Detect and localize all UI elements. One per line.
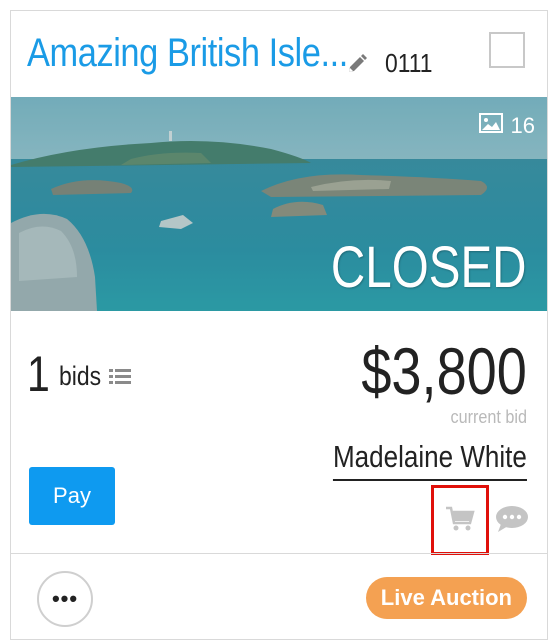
card-footer: ••• Live Auction	[11, 553, 547, 642]
lot-number: 0111	[385, 48, 433, 78]
image-icon	[478, 113, 503, 139]
photo-count-value: 16	[510, 113, 535, 138]
bid-count-label: bids	[59, 361, 102, 391]
status-label: CLOSED	[331, 235, 527, 300]
current-bid-amount: $3,800	[361, 334, 527, 408]
live-auction-badge: Live Auction	[365, 577, 527, 619]
current-bid-caption: current bid	[450, 407, 527, 427]
pay-button[interactable]: Pay	[29, 467, 115, 525]
item-title[interactable]: Amazing British Isle...	[27, 31, 348, 76]
list-icon[interactable]	[109, 367, 133, 387]
more-options-button[interactable]: •••	[37, 571, 93, 627]
photo-count[interactable]: 16	[478, 113, 535, 139]
item-photo[interactable]: 16 CLOSED	[11, 97, 547, 311]
card-header: Amazing British Isle... 0111	[11, 11, 547, 97]
winning-bidder-name[interactable]: Madelaine White	[333, 439, 527, 481]
pencil-icon[interactable]	[346, 53, 368, 75]
auction-item-card: Amazing British Isle... 0111 16 CLOSED 1…	[10, 10, 548, 640]
chat-icon[interactable]	[495, 505, 529, 533]
select-checkbox[interactable]	[489, 32, 525, 68]
bid-count: 1	[27, 346, 50, 402]
cart-icon[interactable]	[445, 505, 475, 533]
